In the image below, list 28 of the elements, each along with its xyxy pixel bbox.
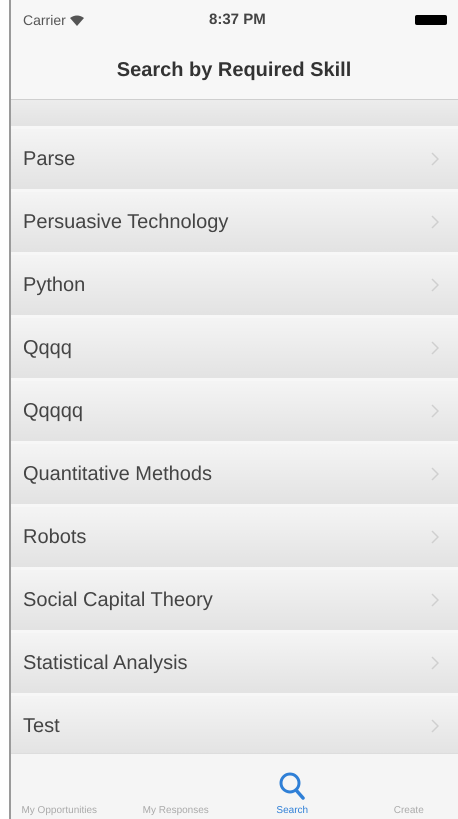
chevron-icon [431,278,439,292]
skill-row[interactable]: Qqqq [11,318,458,378]
chevron-icon [431,404,439,418]
skill-row[interactable]: Parse [11,129,458,189]
chevron-icon [431,530,439,544]
chevron-icon [431,593,439,607]
wifi-icon [70,14,84,26]
chevron-icon [431,341,439,355]
chevron-icon [431,656,439,670]
navigation-title: Search by Required Skill [116,58,352,82]
chevron-icon [431,467,439,481]
chevron-icon [431,152,439,166]
partial-skill-row[interactable] [11,100,458,126]
skill-row[interactable]: Robots [11,507,458,567]
skill-row[interactable]: Test [11,696,458,753]
tab-bar-item[interactable]: Search [234,754,350,819]
battery-icon [415,15,447,25]
skill-row[interactable]: Social Capital Theory [11,570,458,630]
skill-row[interactable]: Quantitative Methods [11,444,458,504]
skill-row[interactable]: Qqqqq [11,381,458,441]
search-icon [278,771,306,801]
chevron-icon [431,719,439,733]
skill-row[interactable]: Persuasive Technology [11,192,458,252]
chevron-icon [431,215,439,229]
skill-row[interactable]: Python [11,255,458,315]
carrier-label: Carrier [23,10,66,30]
time-label: 8:37 PM [209,10,266,30]
skill-row[interactable]: Statistical Analysis [11,633,458,693]
